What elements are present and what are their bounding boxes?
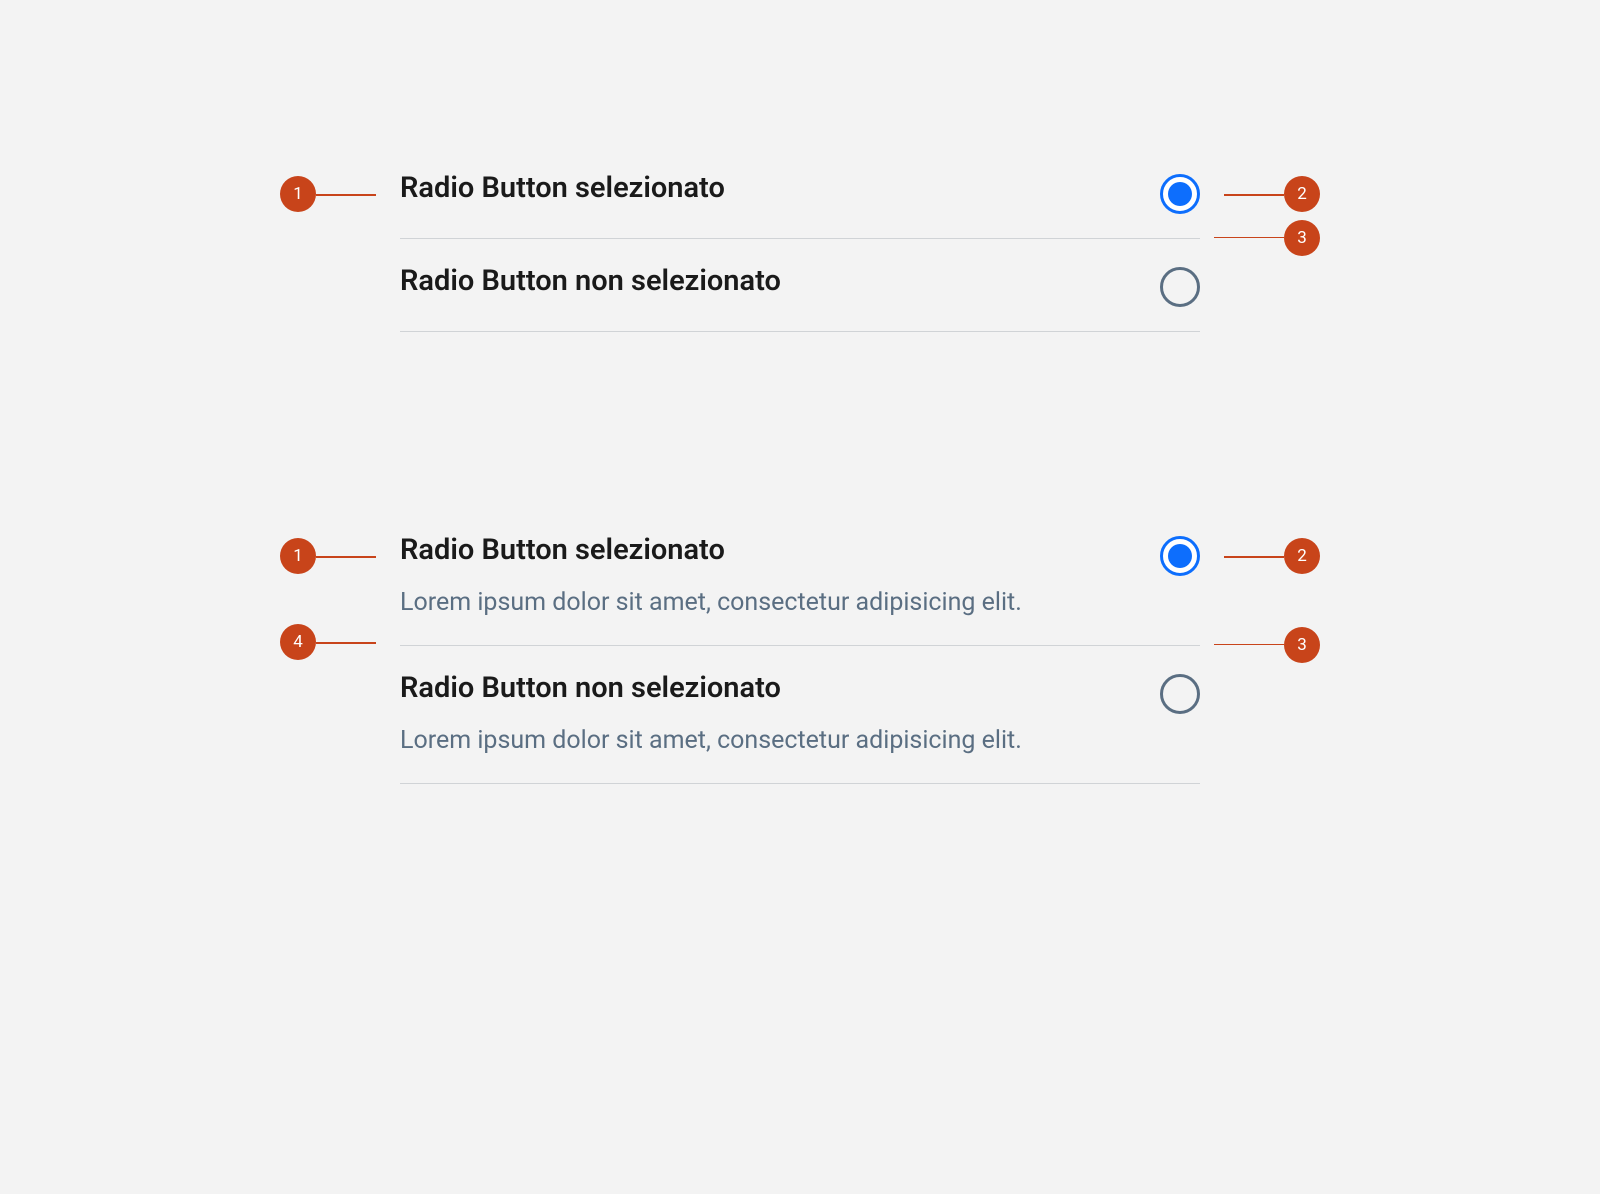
- annotation-connector: [1224, 194, 1284, 196]
- radio-unselected-icon[interactable]: [1160, 267, 1200, 307]
- annotation-badge-3: 3: [1284, 627, 1320, 663]
- annotation-badge-3: 3: [1284, 220, 1320, 256]
- radio-row-unselected[interactable]: Radio Button non selezionato Lorem ipsum…: [400, 646, 1200, 784]
- radio-description: Lorem ipsum dolor sit amet, consectetur …: [400, 584, 1130, 622]
- radio-unselected-icon[interactable]: [1160, 674, 1200, 714]
- annotation-connector: [1214, 644, 1284, 646]
- annotation-connector: [316, 556, 376, 558]
- radio-group-simple: Radio Button selezionato 1 2 3 Radio But…: [400, 170, 1200, 332]
- annotation-connector: [1214, 237, 1284, 239]
- radio-group-with-desc: Radio Button selezionato Lorem ipsum dol…: [400, 532, 1200, 784]
- radio-row-unselected[interactable]: Radio Button non selezionato: [400, 239, 1200, 332]
- annotation-connector: [1224, 556, 1284, 558]
- radio-label: Radio Button selezionato: [400, 170, 1130, 208]
- radio-label: Radio Button non selezionato: [400, 670, 1130, 708]
- radio-label: Radio Button non selezionato: [400, 263, 1130, 301]
- radio-row-selected[interactable]: Radio Button selezionato Lorem ipsum dol…: [400, 532, 1200, 646]
- annotation-badge-2: 2: [1284, 176, 1320, 212]
- radio-selected-icon[interactable]: [1160, 174, 1200, 214]
- radio-description: Lorem ipsum dolor sit amet, consectetur …: [400, 722, 1130, 760]
- annotation-connector: [316, 194, 376, 196]
- radio-row-selected[interactable]: Radio Button selezionato 1 2 3: [400, 170, 1200, 239]
- radio-selected-icon[interactable]: [1160, 536, 1200, 576]
- annotation-badge-2: 2: [1284, 538, 1320, 574]
- annotation-badge-1: 1: [280, 176, 316, 212]
- annotation-connector: [316, 642, 376, 644]
- annotation-badge-1: 1: [280, 538, 316, 574]
- radio-label: Radio Button selezionato: [400, 532, 1130, 570]
- annotation-badge-4: 4: [280, 624, 316, 660]
